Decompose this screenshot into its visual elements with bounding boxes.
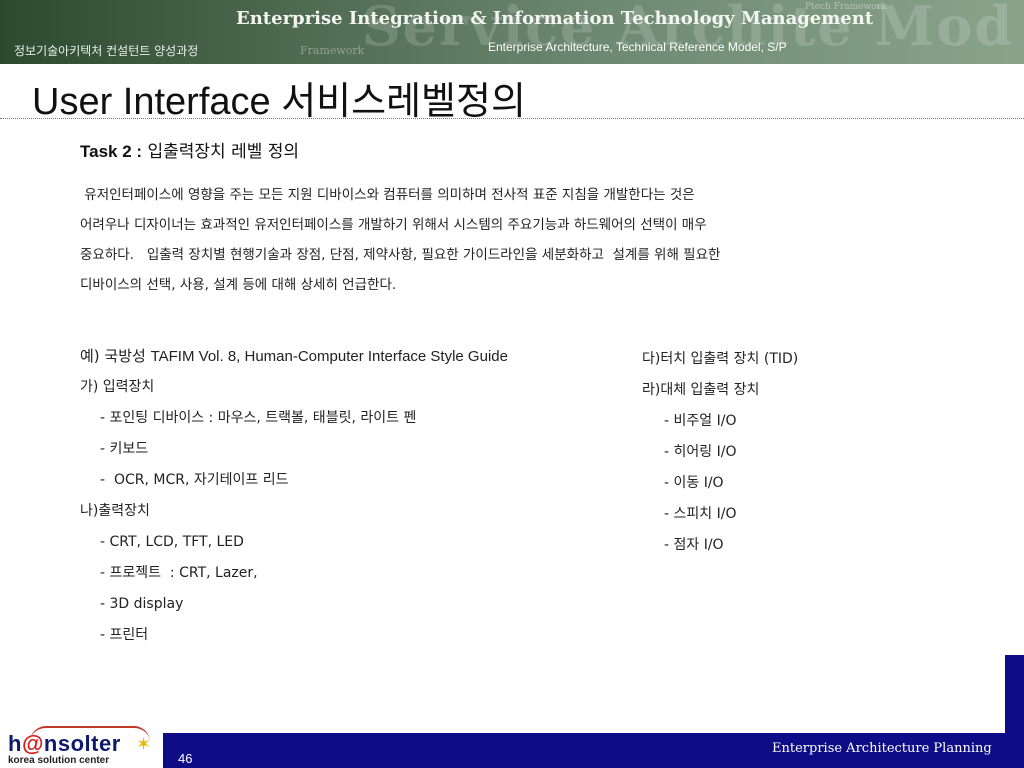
list-item: - 스피치 I/O — [664, 506, 737, 522]
list-item: - CRT, LCD, TFT, LED — [100, 534, 244, 550]
output-heading: 나)출력장치 — [80, 503, 150, 519]
list-item: - 점자 I/O — [664, 537, 724, 553]
company-tagline: korea solution center — [8, 755, 110, 766]
alt-heading: 라)대체 입출력 장치 — [642, 382, 760, 398]
intro-line: 중요하다. 입출력 장치별 현행기술과 장점, 단점, 제약사항, 필요한 가이… — [80, 247, 721, 263]
page-number: 46 — [178, 751, 193, 766]
example-line: 예) 국방성 TAFIM Vol. 8, Human-Computer Inte… — [80, 346, 508, 377]
intro-line: 어려우나 디자이너는 효과적인 유저인터페이스를 개발하기 위해서 시스템의 주… — [80, 217, 707, 233]
list-item: - 프로젝트 : CRT, Lazer, — [100, 565, 258, 581]
list-item: - 포인팅 디바이스 : 마우스, 트랙볼, 태블릿, 라이트 펜 — [100, 410, 417, 426]
footer-caption: Enterprise Architecture Planning — [772, 741, 992, 756]
topic-caption: Enterprise Architecture, Technical Refer… — [488, 40, 787, 54]
side-accent-bar — [1005, 655, 1024, 768]
banner-title: Enterprise Integration & Information Tec… — [236, 8, 874, 29]
example-lead: 예) 국방성 — [80, 347, 151, 365]
task-heading: Task 2 : 입출력장치 레벨 정의 — [80, 137, 299, 162]
list-item: - 3D display — [100, 596, 184, 612]
example-reference: TAFIM Vol. 8, Human-Computer Interface S… — [150, 348, 508, 365]
banner-watermark-small: Framework — [300, 44, 365, 57]
title-divider — [0, 118, 1024, 119]
header-banner: Service Archite Mod Framework Ptech Fram… — [0, 0, 1024, 64]
left-device-list: 예) 국방성 TAFIM Vol. 8, Human-Computer Inte… — [80, 346, 508, 656]
task-text: 입출력장치 레벨 정의 — [142, 142, 300, 162]
list-item: - OCR, MCR, 자기테이프 리드 — [100, 472, 289, 488]
list-item: - 키보드 — [100, 441, 149, 457]
intro-paragraph: 유저인터페이스에 영향을 주는 모든 지원 디바이스와 컴퓨터를 의미하며 전사… — [80, 180, 960, 300]
intro-line: 유저인터페이스에 영향을 주는 모든 지원 디바이스와 컴퓨터를 의미하며 전사… — [80, 187, 695, 203]
list-item: - 비주얼 I/O — [664, 413, 737, 429]
touch-heading: 다)터치 입출력 장치 (TID) — [642, 351, 799, 367]
logo-star-icon: ✶ — [136, 734, 152, 755]
list-item: - 히어링 I/O — [664, 444, 737, 460]
slide-title: User Interface 서비스레벨정의 — [32, 81, 526, 123]
list-item: - 프린터 — [100, 627, 149, 643]
right-device-list: 다)터치 입출력 장치 (TID) 라)대체 입출력 장치 - 비주얼 I/O … — [642, 349, 798, 566]
task-label: Task 2 : — [80, 142, 143, 161]
intro-line: 디바이스의 선택, 사용, 설계 등에 대해 상세히 언급한다. — [80, 277, 397, 293]
company-logo: h@nsolter — [8, 731, 121, 756]
course-caption: 정보기술아키텍처 컨설턴트 양성과정 — [14, 44, 199, 58]
input-heading: 가) 입력장치 — [80, 379, 155, 395]
list-item: - 이동 I/O — [664, 475, 724, 491]
